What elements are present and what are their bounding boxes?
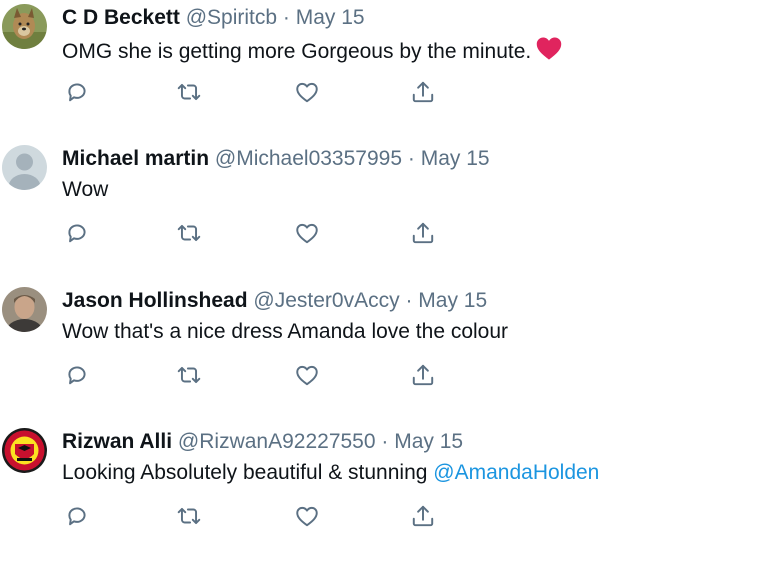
- tweet-header: Rizwan Alli @RizwanA92227550 · May 15: [62, 428, 463, 456]
- default-avatar: [2, 145, 47, 190]
- retweet-button[interactable]: [174, 501, 204, 531]
- retweet-icon: [176, 503, 202, 529]
- retweet-icon: [176, 79, 202, 105]
- tweet-text: Wow: [62, 178, 109, 201]
- user-handle[interactable]: @RizwanA92227550: [178, 430, 376, 453]
- avatar[interactable]: [2, 428, 47, 473]
- avatar[interactable]: [2, 287, 47, 332]
- reply-icon: [64, 79, 90, 105]
- share-icon: [410, 362, 436, 388]
- person-photo-avatar: [2, 287, 47, 332]
- reply-icon: [64, 362, 90, 388]
- retweet-button[interactable]: [174, 218, 204, 248]
- like-icon: [294, 79, 320, 105]
- avatar[interactable]: [2, 4, 47, 49]
- like-icon: [294, 503, 320, 529]
- tweet-date[interactable]: May 15: [418, 289, 487, 312]
- display-name[interactable]: Michael martin: [62, 147, 209, 170]
- share-icon: [410, 220, 436, 246]
- tweet-date[interactable]: May 15: [394, 430, 463, 453]
- tweet-reply[interactable]: Michael martin @Michael03357995 · May 15…: [0, 141, 768, 282]
- reply-button[interactable]: [62, 77, 92, 107]
- separator: ·: [282, 6, 290, 29]
- tweet-header: Michael martin @Michael03357995 · May 15: [62, 145, 490, 173]
- display-name[interactable]: Jason Hollinshead: [62, 289, 248, 312]
- tweet-header: Jason Hollinshead @Jester0vAccy · May 15: [62, 287, 487, 315]
- tweet-actions: [62, 218, 482, 248]
- share-button[interactable]: [408, 218, 438, 248]
- like-icon: [294, 220, 320, 246]
- tweet-actions: [62, 360, 482, 390]
- separator: ·: [381, 430, 389, 453]
- dog-photo-avatar: [2, 4, 47, 49]
- tweet-actions: [62, 77, 482, 107]
- reply-button[interactable]: [62, 501, 92, 531]
- like-button[interactable]: [292, 501, 322, 531]
- red-heart-emoji: [535, 35, 563, 69]
- share-button[interactable]: [408, 77, 438, 107]
- replies-feed: C D Beckett @Spiritcb · May 15 OMG she i…: [0, 0, 768, 535]
- like-button[interactable]: [292, 77, 322, 107]
- reply-icon: [64, 220, 90, 246]
- separator: ·: [407, 147, 415, 170]
- tweet-text: OMG she is getting more Gorgeous by the …: [62, 40, 532, 63]
- tweet-reply[interactable]: C D Beckett @Spiritcb · May 15 OMG she i…: [0, 0, 768, 141]
- share-icon: [410, 79, 436, 105]
- tweet-actions: [62, 501, 482, 531]
- tweet-reply[interactable]: Jason Hollinshead @Jester0vAccy · May 15…: [0, 283, 768, 424]
- tweet-text-container: Wow: [62, 176, 108, 204]
- display-name[interactable]: C D Beckett: [62, 6, 180, 29]
- retweet-button[interactable]: [174, 77, 204, 107]
- tweet-text: Wow that's a nice dress Amanda love the …: [62, 320, 509, 343]
- reply-icon: [64, 503, 90, 529]
- share-button[interactable]: [408, 501, 438, 531]
- tweet-date[interactable]: May 15: [421, 147, 490, 170]
- user-handle[interactable]: @Jester0vAccy: [253, 289, 399, 312]
- like-button[interactable]: [292, 360, 322, 390]
- tweet-text-container: Wow that's a nice dress Amanda love the …: [62, 318, 508, 346]
- mention-link[interactable]: @AmandaHolden: [433, 461, 599, 484]
- tweet-reply[interactable]: Rizwan Alli @RizwanA92227550 · May 15 Lo…: [0, 424, 768, 565]
- share-icon: [410, 503, 436, 529]
- avatar[interactable]: [2, 145, 47, 190]
- user-handle[interactable]: @Spiritcb: [186, 6, 277, 29]
- retweet-button[interactable]: [174, 360, 204, 390]
- user-handle[interactable]: @Michael03357995: [215, 147, 402, 170]
- like-icon: [294, 362, 320, 388]
- tweet-date[interactable]: May 15: [296, 6, 365, 29]
- retweet-icon: [176, 362, 202, 388]
- share-button[interactable]: [408, 360, 438, 390]
- reply-button[interactable]: [62, 360, 92, 390]
- reply-button[interactable]: [62, 218, 92, 248]
- tweet-text-container: Looking Absolutely beautiful & stunning …: [62, 459, 599, 487]
- like-button[interactable]: [292, 218, 322, 248]
- retweet-icon: [176, 220, 202, 246]
- display-name[interactable]: Rizwan Alli: [62, 430, 172, 453]
- tweet-header: C D Beckett @Spiritcb · May 15: [62, 4, 365, 32]
- football-crest-avatar: [2, 428, 47, 473]
- tweet-text-container: OMG she is getting more Gorgeous by the …: [62, 35, 563, 69]
- tweet-text: Looking Absolutely beautiful & stunning: [62, 461, 428, 484]
- separator: ·: [405, 289, 413, 312]
